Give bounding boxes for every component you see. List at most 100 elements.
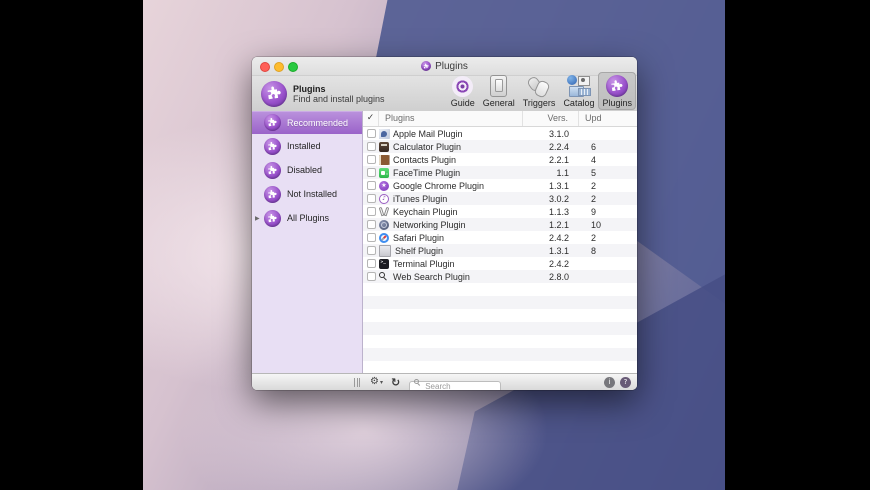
sidebar-item-label: All Plugins — [287, 213, 330, 223]
toolbar-button-label: Plugins — [602, 98, 632, 108]
toolbar-button-label: Guide — [450, 98, 475, 108]
row-checkbox[interactable] — [366, 142, 376, 151]
plugin-name: Shelf Plugin — [395, 245, 444, 256]
plugins-icon — [421, 61, 432, 71]
column-header-version[interactable]: Vers. — [523, 111, 579, 126]
row-checkbox[interactable] — [366, 129, 376, 138]
row-checkbox[interactable] — [366, 233, 376, 242]
table-row[interactable]: Keychain Plugin 1.1.3 9 — [363, 205, 637, 218]
row-checkbox[interactable] — [366, 181, 376, 190]
column-header-updated[interactable]: Upd — [579, 111, 637, 126]
plugin-updated: 9 — [591, 206, 597, 217]
sidebar: Recommended Installed Disabled Not Insta… — [252, 111, 363, 373]
plugin-version: 2.2.4 — [548, 141, 569, 152]
sidebar-item-not-installed[interactable]: Not Installed — [252, 182, 362, 206]
sidebar-item-all-plugins[interactable]: ▶ All Plugins — [252, 206, 362, 230]
row-checkbox[interactable] — [366, 155, 376, 164]
sidebar-item-recommended[interactable]: Recommended — [252, 111, 362, 134]
close-button[interactable] — [260, 62, 270, 72]
catalog-icon — [566, 75, 591, 97]
toolbar-button-plugins[interactable]: Plugins — [598, 72, 636, 110]
sidebar-resize-handle[interactable] — [351, 377, 363, 387]
gear-icon: ⚙ — [370, 376, 379, 387]
row-checkbox[interactable] — [366, 168, 376, 177]
table-row[interactable]: Safari Plugin 2.4.2 2 — [363, 231, 637, 244]
action-menu-button[interactable]: ⚙ ▾ — [370, 377, 383, 387]
plugin-updated: 5 — [591, 167, 597, 178]
contact-card-icon — [577, 76, 590, 86]
sidebar-item-label: Installed — [287, 141, 321, 151]
pane-title: Plugins — [293, 83, 326, 94]
toolbar-button-guide[interactable]: Guide — [447, 72, 479, 110]
toolbar-buttons: Guide General Triggers Catalog Plugins — [447, 72, 636, 110]
sidebar-item-installed[interactable]: Installed — [252, 134, 362, 158]
row-checkbox[interactable] — [366, 207, 376, 216]
plugin-version: 2.2.1 — [548, 154, 569, 165]
table-row[interactable]: Calculator Plugin 2.2.4 6 — [363, 140, 637, 153]
plugin-name: iTunes Plugin — [393, 193, 448, 204]
row-checkbox[interactable] — [366, 194, 376, 203]
pane-subtitle: Find and install plugins — [293, 93, 385, 104]
plugin-name: FaceTime Plugin — [393, 167, 461, 178]
disclosure-triangle-icon[interactable]: ▶ — [255, 215, 260, 222]
table-row[interactable]: FaceTime Plugin 1.1 5 — [363, 166, 637, 179]
plugin-version: 2.4.2 — [548, 232, 569, 243]
sidebar-item-label: Disabled — [287, 165, 323, 175]
table-row[interactable]: Networking Plugin 1.2.1 10 — [363, 218, 637, 231]
plugin-version: 1.3.1 — [548, 180, 569, 191]
row-checkbox[interactable] — [366, 259, 376, 268]
globe-icon — [566, 75, 577, 85]
toolbar-button-catalog[interactable]: Catalog — [559, 72, 598, 110]
toolbar: Plugins Find and install plugins Guide G… — [252, 72, 637, 112]
plugins-table: ✓ Plugins Vers. Upd Apple Mail Plugin 3.… — [363, 111, 637, 373]
sidebar-item-label: Not Installed — [287, 189, 338, 199]
toolbar-button-general[interactable]: General — [479, 72, 519, 110]
table-row[interactable]: Shelf Plugin 1.3.1 8 — [363, 244, 637, 257]
sidebar-item-label: Recommended — [287, 117, 349, 128]
apple-mail-icon — [379, 128, 389, 139]
search-field[interactable] — [409, 376, 502, 390]
contacts-icon — [379, 154, 389, 165]
toolbar-button-triggers[interactable]: Triggers — [519, 72, 560, 110]
traffic-lights — [260, 62, 298, 72]
guide-icon — [452, 75, 474, 97]
itunes-icon — [379, 193, 389, 204]
row-checkbox[interactable] — [366, 246, 376, 255]
plugin-updated: 4 — [591, 154, 597, 165]
search-input[interactable] — [409, 380, 502, 390]
plugin-version: 3.0.2 — [548, 193, 569, 204]
table-row[interactable]: Google Chrome Plugin 1.3.1 2 — [363, 179, 637, 192]
plugin-name: Apple Mail Plugin — [393, 128, 463, 139]
switch-icon — [490, 75, 508, 97]
column-header-check[interactable]: ✓ — [363, 111, 379, 126]
plugin-updated: 6 — [591, 141, 597, 152]
plugin-updated: 2 — [591, 232, 597, 243]
toolbar-button-label: Triggers — [522, 98, 556, 108]
info-button[interactable]: i — [604, 376, 615, 388]
column-header-plugins[interactable]: Plugins — [379, 111, 523, 126]
plugins-icon — [606, 75, 629, 97]
content-area: Recommended Installed Disabled Not Insta… — [252, 111, 637, 373]
chevron-down-icon: ▾ — [379, 378, 383, 386]
row-checkbox[interactable] — [366, 272, 376, 281]
plugin-updated: 2 — [591, 193, 597, 204]
plugin-version: 1.1.3 — [548, 206, 569, 217]
help-button[interactable]: ? — [620, 376, 631, 388]
table-row[interactable]: Apple Mail Plugin 3.1.0 — [363, 127, 637, 140]
table-header[interactable]: ✓ Plugins Vers. Upd — [363, 111, 637, 127]
plugin-name: Web Search Plugin — [393, 271, 470, 282]
sidebar-item-disabled[interactable]: Disabled — [252, 158, 362, 182]
minimize-button[interactable] — [274, 62, 284, 72]
table-row[interactable]: Contacts Plugin 2.2.1 4 — [363, 153, 637, 166]
facetime-icon — [379, 167, 389, 178]
table-row[interactable]: Web Search Plugin 2.8.0 — [363, 270, 637, 283]
plugin-name: Networking Plugin — [393, 219, 466, 230]
row-checkbox[interactable] — [366, 220, 376, 229]
table-row[interactable]: iTunes Plugin 3.0.2 2 — [363, 192, 637, 205]
refresh-button[interactable]: ↻ — [391, 377, 400, 388]
plugin-name: Calculator Plugin — [393, 141, 462, 152]
zoom-button[interactable] — [288, 62, 298, 72]
table-row[interactable]: Terminal Plugin 2.4.2 — [363, 257, 637, 270]
mouse-icon — [528, 76, 550, 97]
table-body: Apple Mail Plugin 3.1.0 Calculator Plugi… — [363, 127, 637, 373]
